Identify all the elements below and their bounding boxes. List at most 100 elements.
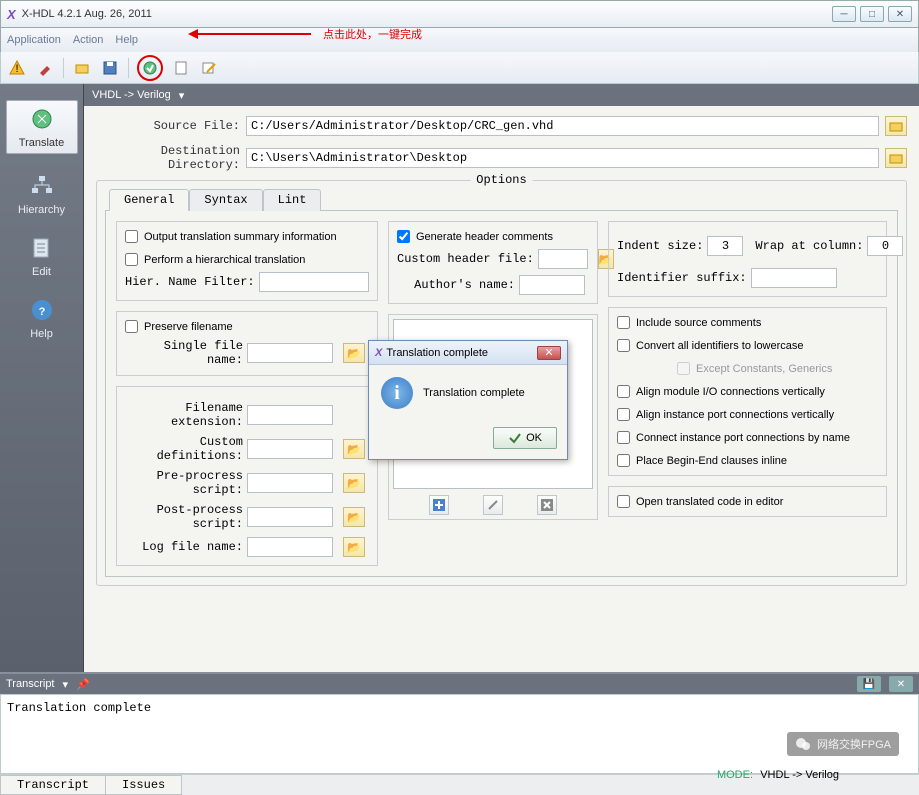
transcript-tab-issues[interactable]: Issues xyxy=(105,775,182,795)
transcript-close-button[interactable]: ✕ xyxy=(889,676,913,692)
source-file-input[interactable] xyxy=(246,116,879,136)
custom-def-input[interactable] xyxy=(247,439,333,459)
hier-filter-input[interactable] xyxy=(259,272,369,292)
close-button[interactable]: ✕ xyxy=(888,6,912,22)
app-logo-icon: X xyxy=(7,7,16,22)
minimize-button[interactable]: ─ xyxy=(832,6,856,22)
edit-page-icon xyxy=(28,234,56,262)
tab-general[interactable]: General xyxy=(109,189,189,211)
annotation-callout: 点击此处，一键完成 xyxy=(191,26,422,42)
browse-log-file-button[interactable]: 📂 xyxy=(343,537,365,557)
dialog-close-button[interactable]: ✕ xyxy=(537,346,561,360)
wrap-spinner[interactable] xyxy=(867,236,903,256)
post-script-label: Post-process script: xyxy=(125,503,243,531)
list-edit-button[interactable] xyxy=(483,495,503,515)
single-file-input[interactable] xyxy=(247,343,333,363)
transcript-tab-transcript[interactable]: Transcript xyxy=(0,775,106,795)
menu-action[interactable]: Action xyxy=(73,34,104,46)
mode-bar: VHDL -> Verilog ▾ xyxy=(84,84,919,106)
browse-source-button[interactable] xyxy=(885,116,907,136)
warning-icon[interactable]: ! xyxy=(7,58,27,78)
hierarchy-icon xyxy=(28,172,56,200)
output-summary-checkbox[interactable]: Output translation summary information xyxy=(125,230,369,243)
wechat-icon xyxy=(795,736,811,752)
document-icon[interactable] xyxy=(171,58,191,78)
file-ext-label: Filename extension: xyxy=(125,401,243,429)
translation-complete-dialog: X Translation complete ✕ i Translation c… xyxy=(368,340,568,460)
tool-icon[interactable] xyxy=(35,58,55,78)
open-icon[interactable] xyxy=(72,58,92,78)
sidebar-item-label: Help xyxy=(6,328,78,340)
separator xyxy=(128,58,129,78)
sidebar-item-label: Edit xyxy=(6,266,78,278)
open-editor-checkbox[interactable]: Open translated code in editor xyxy=(617,495,878,508)
tab-lint[interactable]: Lint xyxy=(263,189,322,211)
transcript-body[interactable]: Translation complete xyxy=(0,694,919,774)
sidebar: Translate Hierarchy Edit ? Help xyxy=(0,84,84,672)
author-input[interactable] xyxy=(519,275,585,295)
browse-custom-def-button[interactable]: 📂 xyxy=(343,439,365,459)
annotation-arrow-icon xyxy=(191,33,311,35)
single-file-label: Single file name: xyxy=(125,339,243,367)
id-suffix-input[interactable] xyxy=(751,268,837,288)
menu-application[interactable]: Application xyxy=(7,34,61,46)
browse-single-file-button[interactable]: 📂 xyxy=(343,343,365,363)
dest-dir-label: Destination Directory: xyxy=(96,144,246,172)
begin-end-checkbox[interactable]: Place Begin-End clauses inline xyxy=(617,454,878,467)
sidebar-item-translate[interactable]: Translate xyxy=(6,100,78,154)
translate-toolbar-button[interactable] xyxy=(137,55,163,81)
transcript-save-button[interactable]: 💾 xyxy=(857,676,881,692)
perform-hier-checkbox[interactable]: Perform a hierarchical translation xyxy=(125,253,369,266)
dropdown-arrow-icon[interactable]: ▾ xyxy=(63,678,69,691)
check-icon xyxy=(508,431,522,445)
sidebar-item-hierarchy[interactable]: Hierarchy xyxy=(6,172,78,216)
svg-text:!: ! xyxy=(15,63,18,75)
mode-dropdown[interactable]: VHDL -> Verilog xyxy=(92,89,171,101)
post-script-input[interactable] xyxy=(247,507,333,527)
pre-script-input[interactable] xyxy=(247,473,333,493)
indent-label: Indent size: xyxy=(617,239,703,253)
list-remove-button[interactable] xyxy=(537,495,557,515)
maximize-button[interactable]: □ xyxy=(860,6,884,22)
titlebar: X X-HDL 4.2.1 Aug. 26, 2011 ─ □ ✕ xyxy=(0,0,919,28)
menu-help[interactable]: Help xyxy=(115,34,138,46)
except-const-checkbox: Except Constants, Generics xyxy=(677,362,878,375)
log-file-input[interactable] xyxy=(247,537,333,557)
file-ext-input[interactable] xyxy=(247,405,333,425)
wrap-label: Wrap at column: xyxy=(755,239,863,253)
status-mode: MODE: VHDL -> Verilog xyxy=(717,768,839,782)
pin-icon[interactable]: 📌 xyxy=(76,678,90,691)
translate-icon xyxy=(28,105,56,133)
dialog-title: Translation complete xyxy=(386,347,488,359)
indent-spinner[interactable] xyxy=(707,236,743,256)
connect-name-checkbox[interactable]: Connect instance port connections by nam… xyxy=(617,431,878,444)
sidebar-item-edit[interactable]: Edit xyxy=(6,234,78,278)
edit-icon[interactable] xyxy=(199,58,219,78)
preserve-filename-checkbox[interactable]: Preserve filename xyxy=(125,320,369,333)
align-io-checkbox[interactable]: Align module I/O connections vertically xyxy=(617,385,878,398)
dest-dir-input[interactable] xyxy=(246,148,879,168)
tab-syntax[interactable]: Syntax xyxy=(189,189,262,211)
convert-lower-checkbox[interactable]: Convert all identifiers to lowercase xyxy=(617,339,878,352)
dialog-ok-button[interactable]: OK xyxy=(493,427,557,449)
browse-dest-button[interactable] xyxy=(885,148,907,168)
dropdown-arrow-icon[interactable]: ▾ xyxy=(179,89,185,102)
toolbar: ! xyxy=(0,52,919,84)
include-src-checkbox[interactable]: Include source comments xyxy=(617,316,878,329)
sidebar-item-label: Translate xyxy=(7,137,77,149)
list-add-button[interactable] xyxy=(429,495,449,515)
save-icon[interactable] xyxy=(100,58,120,78)
menubar: Application Action Help 点击此处，一键完成 xyxy=(0,28,919,52)
svg-text:?: ? xyxy=(38,306,45,318)
gen-header-checkbox[interactable]: Generate header comments xyxy=(397,230,589,243)
align-inst-checkbox[interactable]: Align instance port connections vertical… xyxy=(617,408,878,421)
sidebar-item-help[interactable]: ? Help xyxy=(6,296,78,340)
transcript-pane: Transcript ▾ 📌 💾 ✕ Translation complete … xyxy=(0,672,919,795)
custom-header-input[interactable] xyxy=(538,249,588,269)
pre-script-label: Pre-procress script: xyxy=(125,469,243,497)
browse-pre-script-button[interactable]: 📂 xyxy=(343,473,365,493)
hier-filter-label: Hier. Name Filter: xyxy=(125,275,255,289)
options-legend: Options xyxy=(470,173,532,187)
id-suffix-label: Identifier suffix: xyxy=(617,271,747,285)
browse-post-script-button[interactable]: 📂 xyxy=(343,507,365,527)
